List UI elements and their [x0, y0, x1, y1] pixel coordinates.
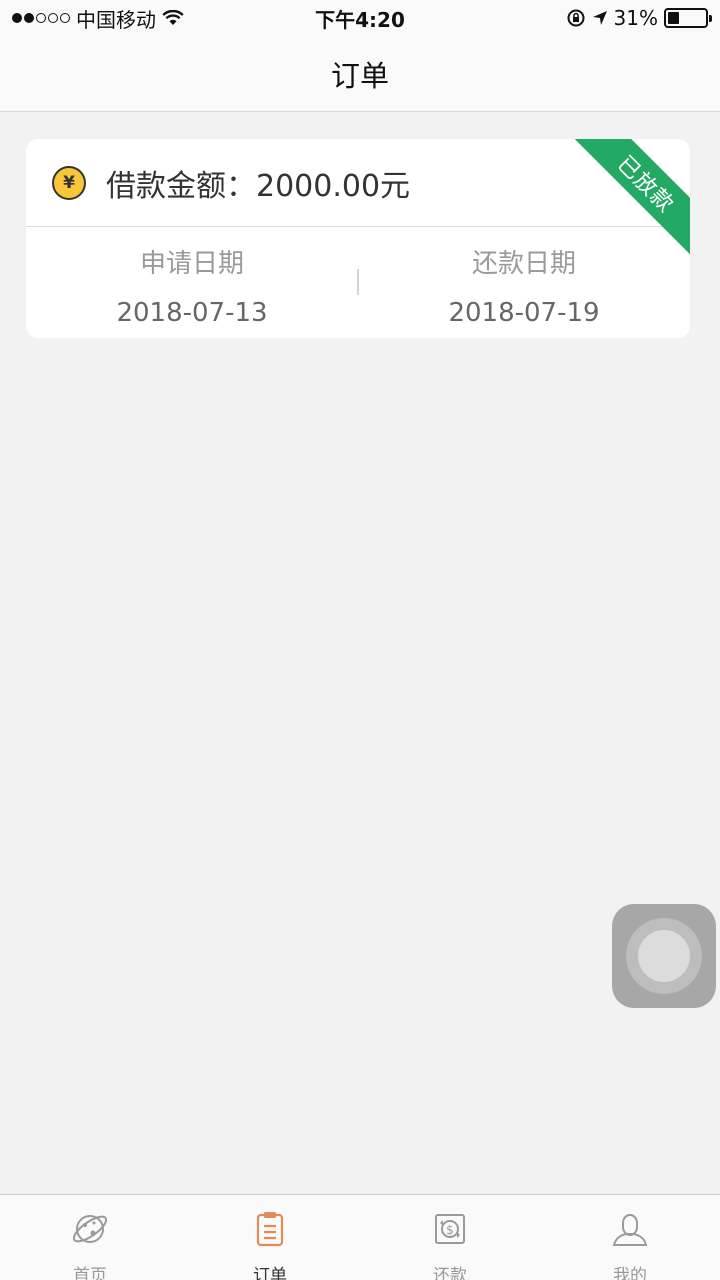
signal-strength-icon: [12, 13, 70, 23]
apply-date-value: 2018-07-13: [116, 298, 268, 328]
amount-label: 借款金额：: [106, 168, 256, 204]
tab-orders[interactable]: 订单: [180, 1195, 360, 1280]
amount-value: 2000.00元: [256, 168, 411, 204]
apply-date-column: 申请日期 2018-07-13: [26, 227, 358, 337]
repay-date-value: 2018-07-19: [448, 298, 600, 328]
tab-mine[interactable]: 我的: [540, 1195, 720, 1280]
status-ribbon: 已放款: [570, 139, 690, 259]
status-right: 31%: [566, 6, 712, 30]
rotation-lock-icon: [567, 9, 585, 27]
tab-repay-label: 还款: [433, 1266, 467, 1280]
yen-coin-icon: ¥: [52, 165, 86, 200]
nav-bar: 订单: [0, 36, 720, 112]
assistive-touch-button[interactable]: [612, 904, 716, 1008]
page-title: 订单: [330, 58, 389, 93]
location-arrow-icon: [592, 11, 607, 25]
tab-bar: 首页 订单 $ 还款 我的: [0, 1194, 720, 1280]
tab-home[interactable]: 首页: [0, 1195, 180, 1280]
apply-date-label: 申请日期: [139, 249, 244, 279]
tab-mine-label: 我的: [613, 1266, 647, 1280]
battery-icon: [664, 8, 712, 28]
tab-repay[interactable]: $ 还款: [360, 1195, 540, 1280]
dollar-cycle-icon: $: [430, 1209, 470, 1249]
svg-text:$: $: [446, 1223, 454, 1237]
carrier-name: 中国移动: [76, 7, 156, 32]
status-badge: 已放款: [570, 139, 690, 259]
tab-orders-label: 订单: [253, 1266, 287, 1280]
assistive-touch-center: [638, 930, 690, 982]
user-icon: [610, 1209, 650, 1249]
tab-home-label: 首页: [73, 1266, 107, 1280]
assistive-touch-ring: [626, 918, 702, 994]
clipboard-icon: [250, 1209, 290, 1249]
planet-icon: [70, 1209, 110, 1249]
battery-percent: 31%: [613, 6, 658, 30]
status-bar: 中国移动 下午4:20 31%: [0, 0, 720, 36]
repay-date-label: 还款日期: [471, 249, 576, 279]
date-divider: [357, 269, 359, 295]
status-left: 中国移动: [12, 4, 184, 33]
battery-fill: [668, 12, 680, 24]
order-card[interactable]: ¥ 借款金额： 2000.00元 申请日期 2018-07-13 还款日期 20…: [26, 139, 690, 338]
wifi-icon: [162, 10, 184, 25]
